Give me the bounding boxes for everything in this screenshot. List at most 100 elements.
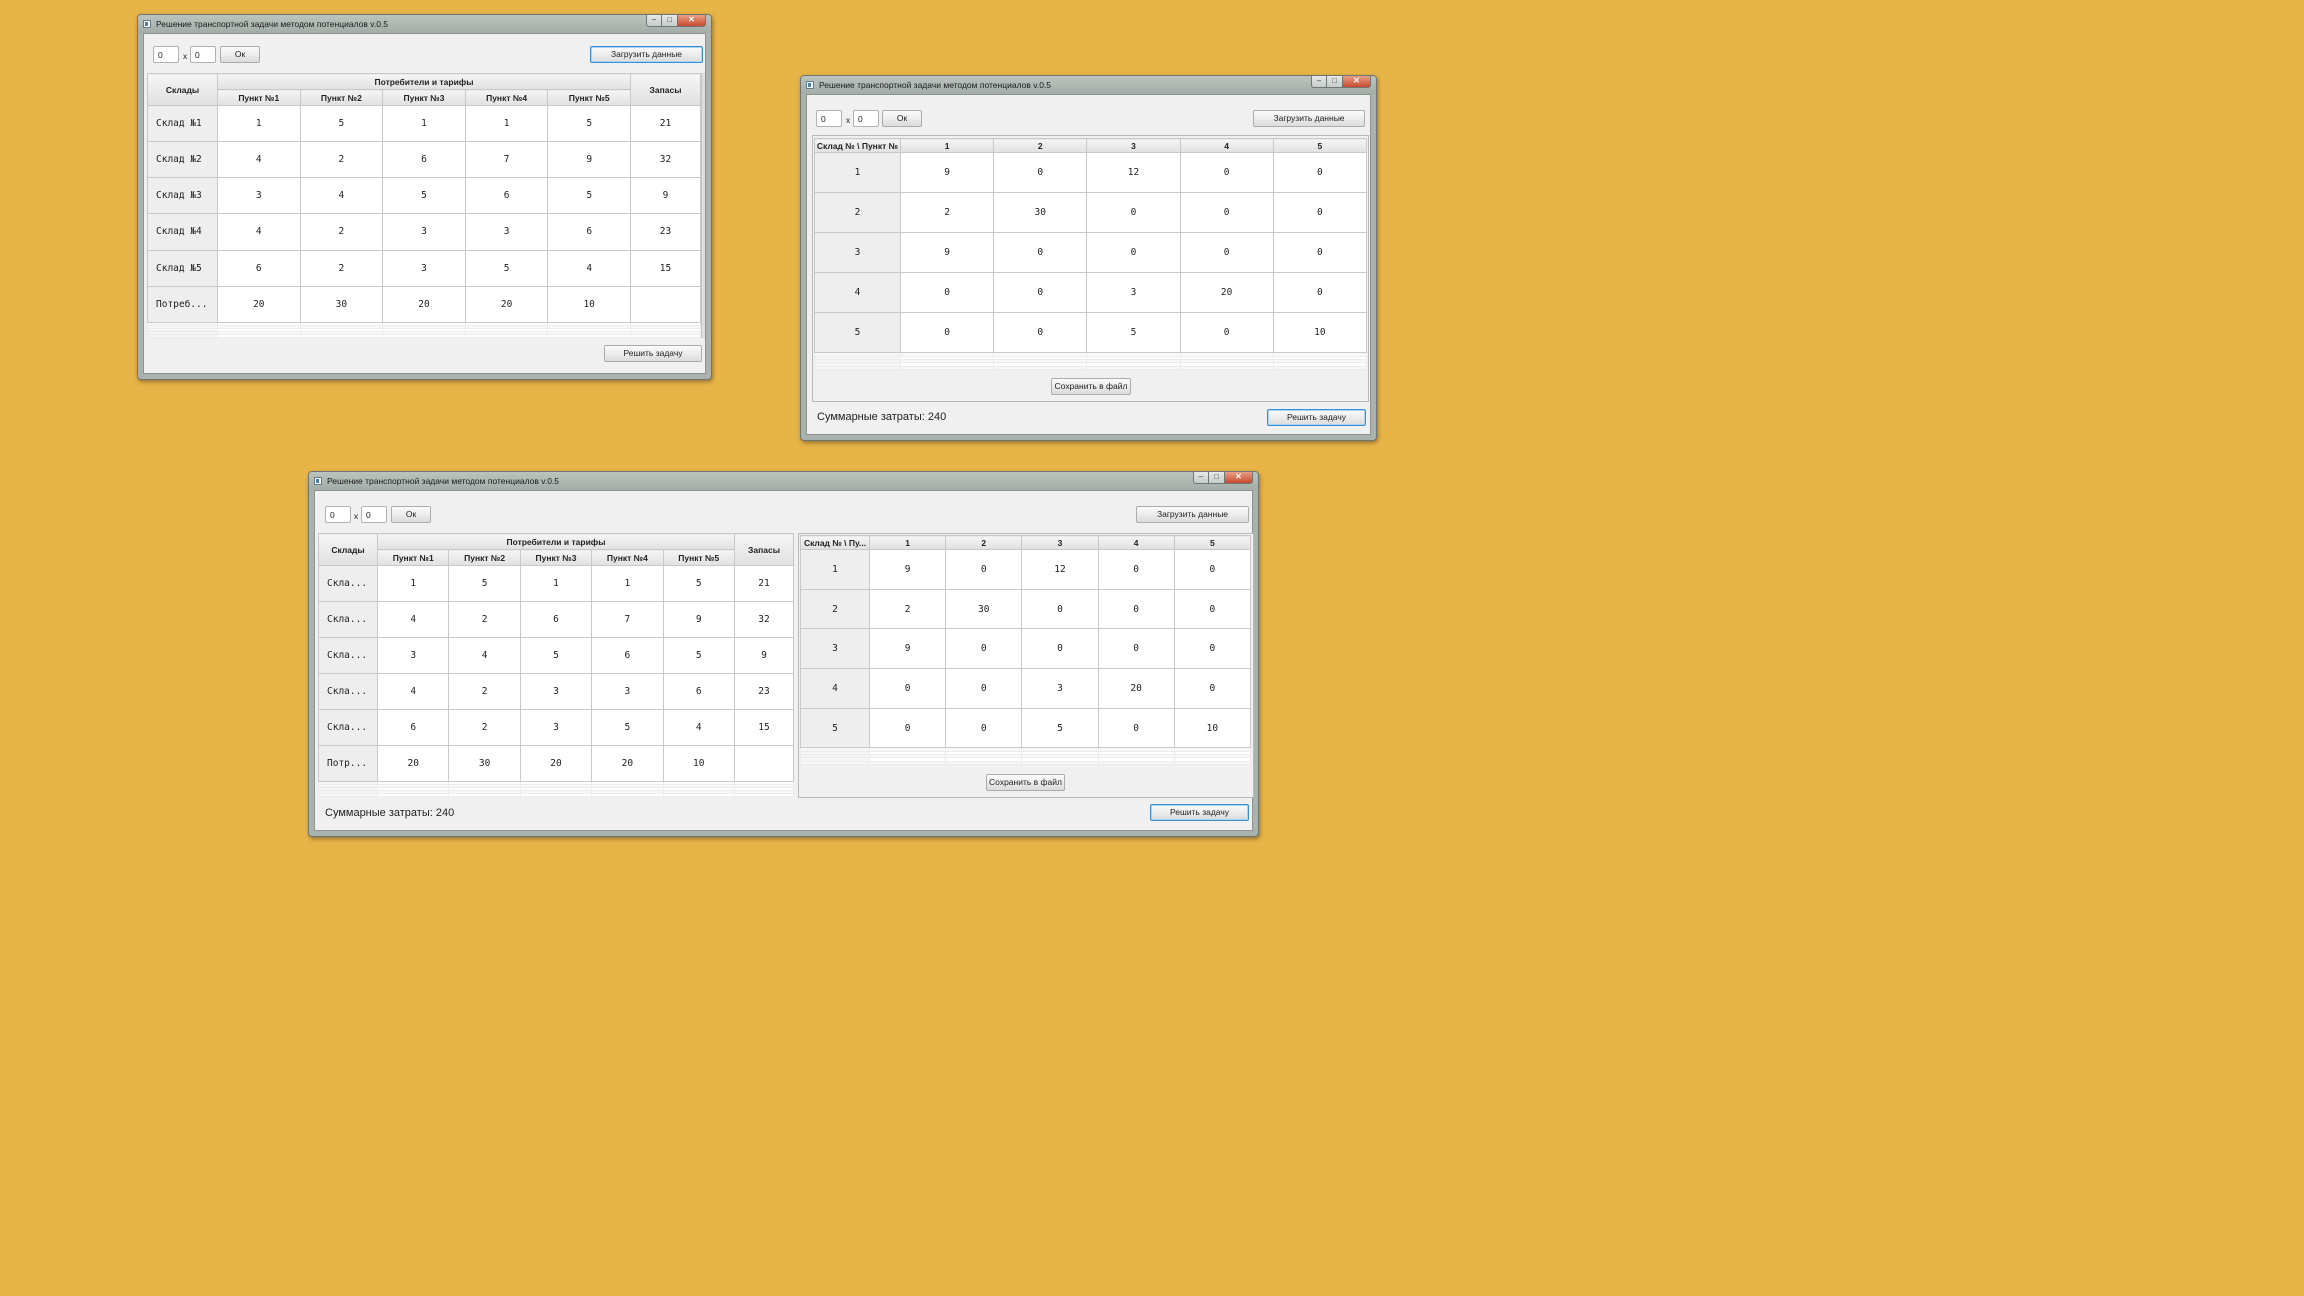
column-header[interactable]: Пункт №2	[299, 89, 384, 106]
table-cell[interactable]: 20	[382, 285, 466, 323]
title-bar[interactable]: Решение транспортной задачи методом поте…	[309, 472, 1258, 490]
table-cell[interactable]: 3	[591, 673, 664, 710]
load-data-button[interactable]: Загрузить данные	[590, 46, 703, 63]
table-cell[interactable]: 30	[299, 285, 384, 323]
column-header[interactable]: 5	[1173, 535, 1252, 550]
table-cell[interactable]: 9	[899, 151, 995, 194]
table-cell[interactable]: 3	[382, 249, 466, 287]
table-cell[interactable]: 0	[945, 628, 1023, 670]
row-label[interactable]: 1	[814, 151, 901, 194]
ok-button[interactable]: Ок	[220, 46, 260, 63]
table-cell[interactable]: 9	[868, 628, 947, 670]
table-cell[interactable]: 6	[519, 601, 593, 638]
supply-header[interactable]: Запасы	[734, 533, 794, 566]
consumers-header[interactable]: Потребители и тарифы	[217, 73, 631, 90]
table-cell[interactable]: 0	[899, 272, 995, 314]
table-cell[interactable]: 30	[993, 192, 1088, 234]
table-cell[interactable]: 0	[993, 151, 1088, 194]
table-cell[interactable]: 4	[547, 249, 631, 287]
table-cell[interactable]: 3	[519, 709, 593, 746]
column-header[interactable]: 4	[1097, 535, 1175, 550]
corner-header[interactable]: Склад № \ Пункт №	[814, 138, 901, 153]
table-cell[interactable]: 0	[1097, 628, 1175, 670]
row-label[interactable]: Скла...	[318, 601, 378, 638]
supply-cell[interactable]: 21	[734, 565, 794, 602]
table-cell[interactable]: 3	[217, 177, 301, 215]
table-cell[interactable]: 9	[547, 141, 631, 179]
table-row[interactable]: Скла... 3 4 5 6 5 9	[318, 637, 794, 674]
column-header[interactable]: 1	[899, 138, 995, 153]
supply-cell[interactable]	[734, 745, 794, 782]
supply-cell[interactable]: 9	[734, 637, 794, 674]
row-label[interactable]: 3	[800, 628, 870, 670]
table-cell[interactable]: 5	[1086, 312, 1181, 354]
table-cell[interactable]: 30	[945, 588, 1023, 630]
table-cell[interactable]: 1	[464, 104, 549, 143]
column-header[interactable]: 5	[1272, 138, 1368, 153]
table-cell[interactable]: 4	[662, 709, 736, 746]
table-row[interactable]: Склад №2 4 2 6 7 9 32	[147, 141, 701, 179]
row-label[interactable]: 5	[800, 707, 870, 749]
ok-button[interactable]: Ок	[391, 506, 431, 523]
supply-cell[interactable]: 32	[630, 141, 701, 179]
table-cell[interactable]: 5	[547, 104, 631, 143]
column-header[interactable]: Пункт №5	[662, 549, 736, 566]
row-label[interactable]: 5	[814, 312, 901, 354]
table-cell[interactable]: 0	[1173, 549, 1252, 590]
table-cell[interactable]: 2	[868, 588, 947, 630]
table-cell[interactable]: 5	[464, 249, 549, 287]
result-table[interactable]: Склад № \ Пункт № 1 2 3 4 5 1 9 0 12 0 0 2 2 30 0…	[814, 138, 1368, 371]
table-row[interactable]: 2 2 30 0 0 0	[800, 588, 1252, 630]
maximize-icon[interactable]: □	[1327, 76, 1343, 88]
table-cell[interactable]: 0	[1179, 232, 1274, 274]
table-cell[interactable]: 3	[376, 637, 450, 674]
table-cell[interactable]: 2	[448, 601, 521, 638]
result-table[interactable]: Склад № \ Пу... 1 2 3 4 5 1 9 0 12 0 0 2 2 30 0 0 0…	[800, 535, 1252, 766]
row-label[interactable]: 2	[800, 588, 870, 630]
row-label[interactable]: 3	[814, 232, 901, 274]
title-bar[interactable]: Решение транспортной задачи методом поте…	[801, 76, 1376, 94]
cols-count-input[interactable]	[853, 110, 879, 127]
supply-cell[interactable]: 21	[630, 104, 701, 143]
table-row[interactable]: Склад №1 1 5 1 1 5 21	[147, 104, 701, 143]
table-cell[interactable]: 3	[519, 673, 593, 710]
close-icon[interactable]: ✕	[1225, 472, 1253, 484]
table-cell[interactable]: 20	[1179, 272, 1274, 314]
supply-cell[interactable]: 15	[630, 249, 701, 287]
table-cell[interactable]: 0	[993, 312, 1088, 354]
row-label[interactable]: Скла...	[318, 709, 378, 746]
table-cell[interactable]: 4	[299, 177, 384, 215]
table-cell[interactable]: 10	[662, 745, 736, 782]
table-cell[interactable]: 0	[868, 707, 947, 749]
column-header[interactable]: 1	[868, 535, 947, 550]
row-label[interactable]: Потр...	[318, 745, 378, 782]
table-cell[interactable]: 6	[662, 673, 736, 710]
row-label[interactable]: 4	[800, 668, 870, 709]
rows-count-input[interactable]	[153, 46, 179, 63]
table-cell[interactable]: 4	[376, 601, 450, 638]
rows-count-input[interactable]	[816, 110, 842, 127]
table-cell[interactable]: 0	[1272, 272, 1368, 314]
table-cell[interactable]: 0	[945, 707, 1023, 749]
table-cell[interactable]: 5	[1021, 707, 1099, 749]
row-label[interactable]: Скла...	[318, 565, 378, 602]
minimize-icon[interactable]: ‒	[646, 15, 662, 27]
solve-button[interactable]: Решить задачу	[1267, 409, 1366, 426]
supply-cell[interactable]: 23	[734, 673, 794, 710]
table-cell[interactable]: 3	[382, 213, 466, 251]
table-cell[interactable]: 0	[1086, 232, 1181, 274]
table-cell[interactable]: 12	[1021, 549, 1099, 590]
column-header[interactable]: 2	[945, 535, 1023, 550]
column-header[interactable]: Пункт №1	[217, 89, 301, 106]
table-cell[interactable]: 3	[464, 213, 549, 251]
table-cell[interactable]: 0	[1021, 588, 1099, 630]
table-cell[interactable]: 20	[464, 285, 549, 323]
column-header[interactable]: 4	[1179, 138, 1274, 153]
table-row[interactable]: Склад №4 4 2 3 3 6 23	[147, 213, 701, 251]
minimize-icon[interactable]: ‒	[1311, 76, 1327, 88]
table-cell[interactable]: 6	[382, 141, 466, 179]
table-cell[interactable]: 3	[1021, 668, 1099, 709]
table-cell[interactable]: 5	[382, 177, 466, 215]
table-row[interactable]: 4 0 0 3 20 0	[800, 668, 1252, 709]
table-cell[interactable]: 2	[448, 673, 521, 710]
